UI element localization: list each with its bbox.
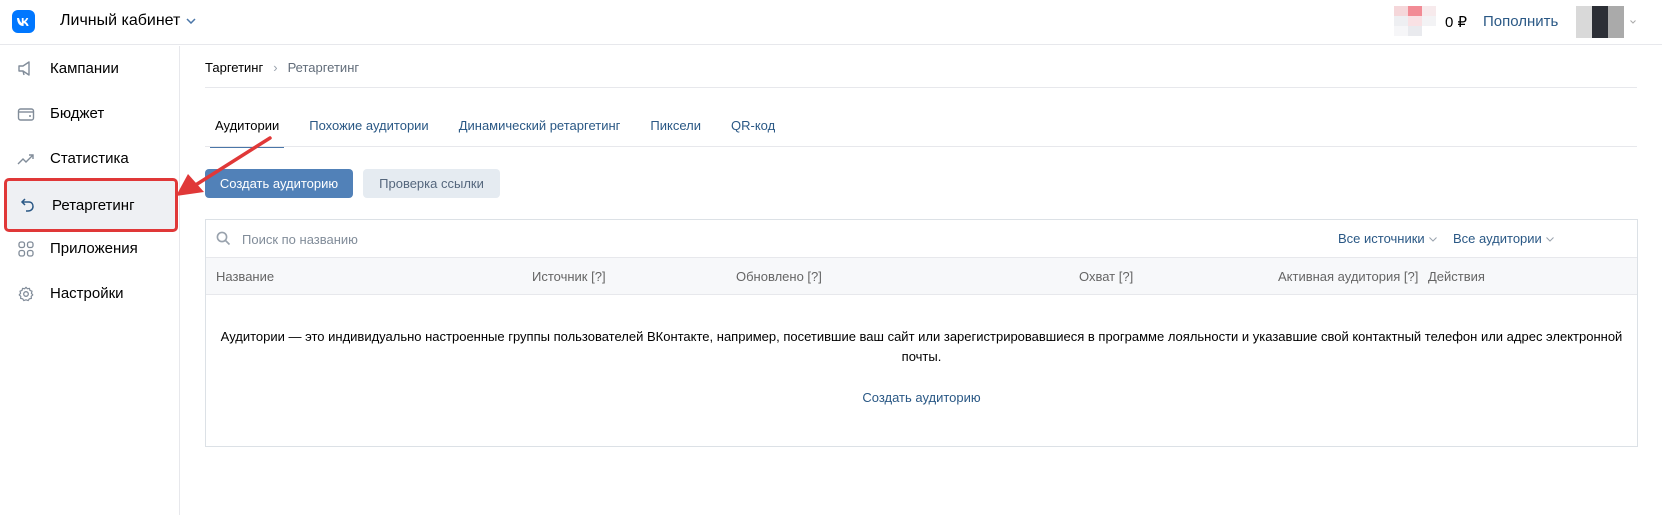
chevron-down-icon <box>1428 234 1437 244</box>
sources-filter-dropdown[interactable]: Все источники <box>1338 231 1437 246</box>
column-actions: Действия <box>1428 269 1485 284</box>
audiences-filter-dropdown[interactable]: Все аудитории <box>1453 231 1554 246</box>
sidebar-item-label: Приложения <box>50 240 138 257</box>
apps-grid-icon <box>16 239 36 259</box>
empty-state-text: Аудитории — это индивидуально настроенны… <box>220 329 1623 364</box>
sidebar-item-label: Статистика <box>50 150 129 167</box>
annotation-arrow-icon <box>176 136 272 196</box>
search-row: Все источники Все аудитории <box>206 220 1637 258</box>
tab-dynamic-retargeting[interactable]: Динамический ретаргетинг <box>454 118 626 148</box>
undo-arrow-icon <box>18 195 38 215</box>
sidebar-item-label: Настройки <box>50 285 124 302</box>
divider <box>205 87 1637 88</box>
tabs: Аудитории Похожие аудитории Динамический… <box>210 118 780 148</box>
sidebar-item-settings[interactable]: Настройки <box>6 271 176 316</box>
column-reach[interactable]: Охват [?] <box>1079 269 1133 284</box>
sidebar-item-apps[interactable]: Приложения <box>6 226 176 271</box>
balance-avatar-icon <box>1394 6 1436 36</box>
account-switcher[interactable]: Личный кабинет <box>60 12 196 30</box>
empty-state-create-link[interactable]: Создать аудиторию <box>206 390 1637 405</box>
check-link-button[interactable]: Проверка ссылки <box>363 169 500 198</box>
chevron-down-icon[interactable] <box>1630 17 1636 24</box>
balance-amount: 0 ₽ <box>1445 14 1468 31</box>
sources-filter-label: Все источники <box>1338 231 1425 246</box>
search-icon <box>216 231 231 249</box>
account-title: Личный кабинет <box>60 12 181 29</box>
topup-link[interactable]: Пополнить <box>1483 13 1558 30</box>
sidebar-item-label: Бюджет <box>50 105 105 122</box>
gear-icon <box>16 284 36 304</box>
chart-line-icon <box>16 149 36 169</box>
column-active-audience[interactable]: Активная аудитория [?] <box>1278 269 1418 284</box>
search-input[interactable] <box>242 229 842 249</box>
sidebar-item-budget[interactable]: Бюджет <box>6 91 176 136</box>
chevron-down-icon <box>1545 234 1554 244</box>
wallet-icon <box>16 104 36 124</box>
sidebar-item-campaigns[interactable]: Кампании <box>6 46 176 91</box>
tab-qr-code[interactable]: QR-код <box>726 118 780 148</box>
audiences-filter-label: Все аудитории <box>1453 231 1542 246</box>
column-source[interactable]: Источник [?] <box>532 269 606 284</box>
column-updated[interactable]: Обновлено [?] <box>736 269 822 284</box>
tab-pixels[interactable]: Пиксели <box>645 118 706 148</box>
avatar[interactable] <box>1576 6 1624 38</box>
audiences-panel: Все источники Все аудитории Название Ист… <box>205 219 1638 447</box>
vk-logo-icon[interactable] <box>12 10 35 33</box>
sidebar-item-label: Кампании <box>50 60 119 77</box>
sidebar: Кампании Бюджет Статистика Ретаргетинг П… <box>0 46 180 515</box>
breadcrumb: Таргетинг › Ретаргетинг <box>205 60 359 75</box>
table-header: Название Источник [?] Обновлено [?] Охва… <box>206 258 1637 295</box>
divider <box>205 146 1637 147</box>
top-bar: Личный кабинет 0 ₽ Пополнить <box>0 0 1662 45</box>
sidebar-item-label: Ретаргетинг <box>52 196 135 214</box>
breadcrumb-current: Ретаргетинг <box>287 60 360 75</box>
column-name: Название <box>216 269 275 284</box>
breadcrumb-parent[interactable]: Таргетинг <box>205 60 263 75</box>
sidebar-item-retargeting[interactable]: Ретаргетинг <box>4 178 178 232</box>
megaphone-icon <box>16 59 36 79</box>
sidebar-item-statistics[interactable]: Статистика <box>6 136 176 181</box>
breadcrumb-separator: › <box>273 60 278 75</box>
chevron-down-icon <box>186 18 196 24</box>
tab-lookalike[interactable]: Похожие аудитории <box>304 118 433 148</box>
